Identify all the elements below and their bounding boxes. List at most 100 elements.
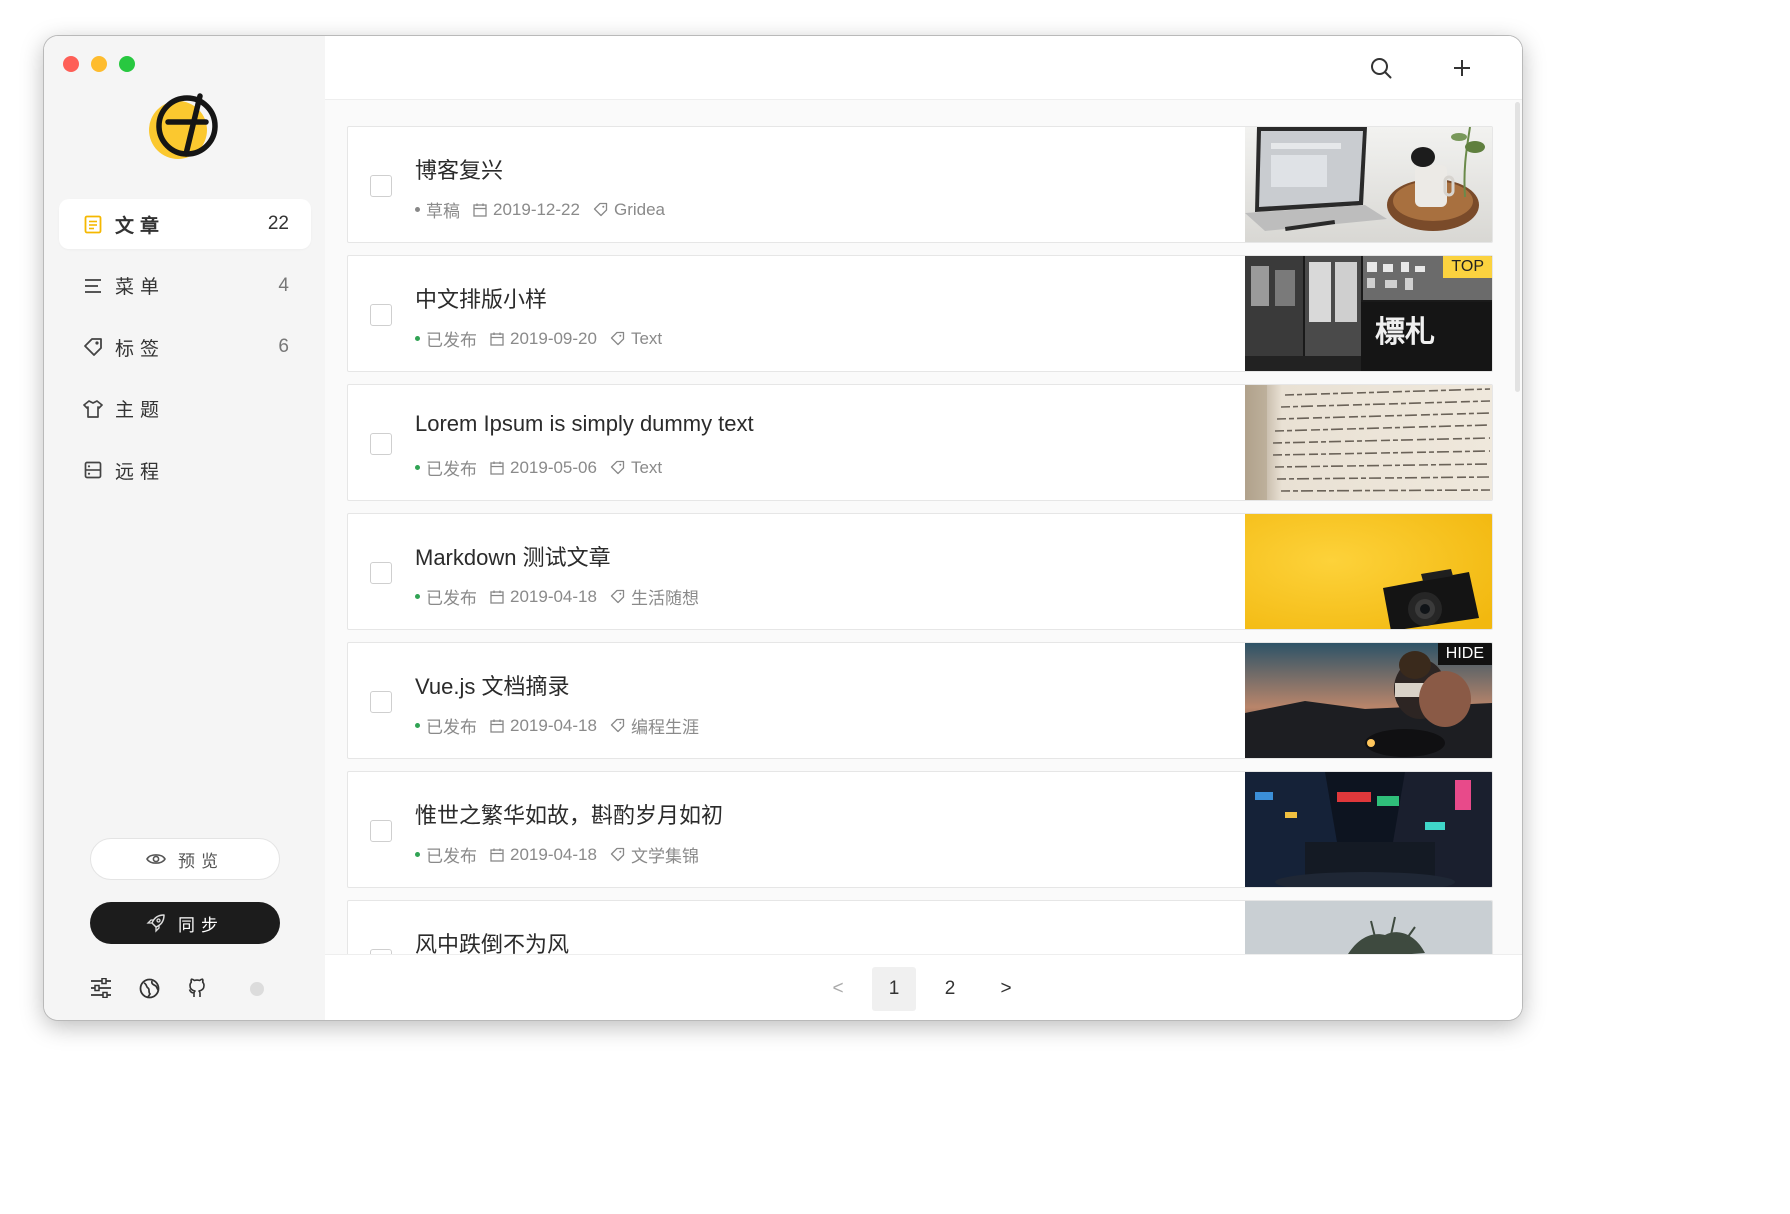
calendar-icon — [490, 332, 504, 346]
post-date: 2019-05-06 — [510, 457, 597, 477]
maximize-window-button[interactable] — [119, 56, 135, 72]
tag-icon — [610, 331, 625, 346]
post-item[interactable]: 中文排版小样 已发布 2019-09-20 Text 標札 TOP — [347, 255, 1493, 372]
status-dot — [415, 465, 420, 470]
post-date: 2019-04-18 — [510, 586, 597, 606]
post-checkbox[interactable] — [370, 820, 392, 842]
hide-badge: HIDE — [1437, 643, 1492, 665]
article-icon — [83, 214, 103, 234]
post-status: 已发布 — [426, 460, 477, 479]
theme-icon — [83, 399, 103, 419]
tag-icon — [610, 718, 625, 733]
post-cover-image — [1245, 385, 1492, 500]
sidebar-item-count: 4 — [278, 274, 289, 296]
post-cover-image: 標札 TOP — [1245, 256, 1492, 371]
post-tag: Text — [630, 328, 663, 348]
sidebar-item-label: 菜单 — [115, 277, 166, 299]
preview-label: 预览 — [178, 851, 224, 871]
sync-button[interactable]: 同步 — [90, 902, 280, 944]
post-title: 风中跌倒不为风 — [415, 932, 570, 954]
post-title: Lorem Ipsum is simply dummy text — [415, 411, 754, 436]
sidebar: 文章 22 菜单 4 标签 6 主题 远程 预览 同步 — [44, 36, 325, 1020]
post-meta: 已发布 2019-04-18 编程生涯 — [415, 713, 699, 738]
globe-icon[interactable] — [138, 977, 160, 999]
post-status: 草稿 — [426, 202, 460, 221]
post-item[interactable]: 风中跌倒不为风 — [347, 900, 1493, 954]
post-meta: 已发布 2019-04-18 文学集锦 — [415, 842, 699, 867]
sidebar-item-count: 6 — [278, 336, 289, 358]
tag-icon — [83, 337, 103, 357]
settings-sliders-icon[interactable] — [90, 977, 112, 999]
post-title: Markdown 测试文章 — [415, 545, 611, 570]
post-checkbox[interactable] — [370, 433, 392, 455]
eye-icon — [146, 854, 166, 864]
sidebar-item-tags[interactable]: 标签 6 — [59, 322, 311, 372]
post-meta: 已发布 2019-04-18 生活随想 — [415, 584, 699, 609]
post-item[interactable]: Lorem Ipsum is simply dummy text 已发布 201… — [347, 384, 1493, 501]
add-post-button[interactable] — [1450, 56, 1474, 80]
remote-icon — [83, 460, 103, 480]
sidebar-footer — [90, 977, 234, 999]
post-date: 2019-04-18 — [510, 844, 597, 864]
post-title: Vue.js 文档摘录 — [415, 674, 570, 699]
tag-icon — [593, 202, 608, 217]
calendar-icon — [490, 461, 504, 475]
post-date: 2019-12-22 — [493, 199, 580, 219]
sidebar-item-label: 标签 — [115, 338, 166, 360]
pagination-page-2[interactable]: 2 — [928, 967, 972, 1011]
post-checkbox[interactable] — [370, 304, 392, 326]
post-status: 已发布 — [426, 847, 477, 866]
post-item[interactable]: Markdown 测试文章 已发布 2019-04-18 生活随想 — [347, 513, 1493, 630]
post-title: 惟世之繁华如故，斟酌岁月如初 — [415, 803, 724, 828]
tag-icon — [610, 847, 625, 862]
post-item[interactable]: Vue.js 文档摘录 已发布 2019-04-18 编程生涯 HIDE — [347, 642, 1493, 759]
tag-icon — [610, 460, 625, 475]
post-checkbox[interactable] — [370, 562, 392, 584]
post-tag: 文学集锦 — [630, 847, 699, 866]
post-tag: 编程生涯 — [630, 718, 699, 737]
post-status: 已发布 — [426, 589, 477, 608]
post-list: 博客复兴 草稿 2019-12-22 Gridea 中文排版小样 已发布 201… — [347, 126, 1493, 954]
sidebar-item-articles[interactable]: 文章 22 — [59, 199, 311, 249]
sidebar-item-remote[interactable]: 远程 — [59, 445, 311, 495]
pagination-prev-button[interactable]: < — [816, 967, 860, 1011]
preview-button[interactable]: 预览 — [90, 838, 280, 880]
pagination-page-1[interactable]: 1 — [872, 967, 916, 1011]
pagination-next-button[interactable]: > — [984, 967, 1028, 1011]
close-window-button[interactable] — [63, 56, 79, 72]
post-list-scrollbar[interactable] — [1515, 102, 1520, 392]
post-cover-image — [1245, 514, 1492, 629]
post-title: 中文排版小样 — [415, 287, 548, 312]
plus-icon — [1454, 60, 1470, 76]
svg-text:標札: 標札 — [1375, 315, 1435, 350]
pagination: < 1 2 > — [325, 954, 1522, 1020]
sidebar-item-label: 主题 — [115, 400, 166, 422]
sidebar-nav: 文章 22 菜单 4 标签 6 主题 远程 — [59, 199, 311, 507]
post-checkbox[interactable] — [370, 175, 392, 197]
toolbar — [325, 36, 1522, 100]
sidebar-item-menu[interactable]: 菜单 4 — [59, 261, 311, 311]
github-icon[interactable] — [186, 977, 208, 999]
post-item[interactable]: 博客复兴 草稿 2019-12-22 Gridea — [347, 126, 1493, 243]
post-date: 2019-04-18 — [510, 715, 597, 735]
sidebar-item-label: 远程 — [115, 461, 166, 483]
search-icon[interactable] — [1369, 56, 1393, 80]
status-dot — [415, 336, 420, 341]
post-meta: 已发布 2019-09-20 Text — [415, 326, 662, 351]
connection-status-dot — [250, 982, 264, 996]
post-item[interactable]: 惟世之繁华如故，斟酌岁月如初 已发布 2019-04-18 文学集锦 — [347, 771, 1493, 888]
post-tag: 生活随想 — [630, 589, 699, 608]
app-window: 文章 22 菜单 4 标签 6 主题 远程 预览 同步 博客复兴 草稿 2019… — [44, 36, 1522, 1020]
post-title: 博客复兴 — [415, 158, 504, 183]
post-cover-image — [1245, 772, 1492, 887]
sidebar-item-theme[interactable]: 主题 — [59, 384, 311, 434]
sidebar-item-count: 22 — [267, 213, 289, 234]
status-dot — [415, 723, 420, 728]
minimize-window-button[interactable] — [91, 56, 107, 72]
app-logo — [149, 93, 218, 159]
post-status: 已发布 — [426, 331, 477, 350]
post-cover-image: HIDE — [1245, 643, 1492, 758]
post-meta: 已发布 2019-05-06 Text — [415, 455, 662, 480]
post-meta: 草稿 2019-12-22 Gridea — [415, 197, 665, 222]
post-checkbox[interactable] — [370, 691, 392, 713]
